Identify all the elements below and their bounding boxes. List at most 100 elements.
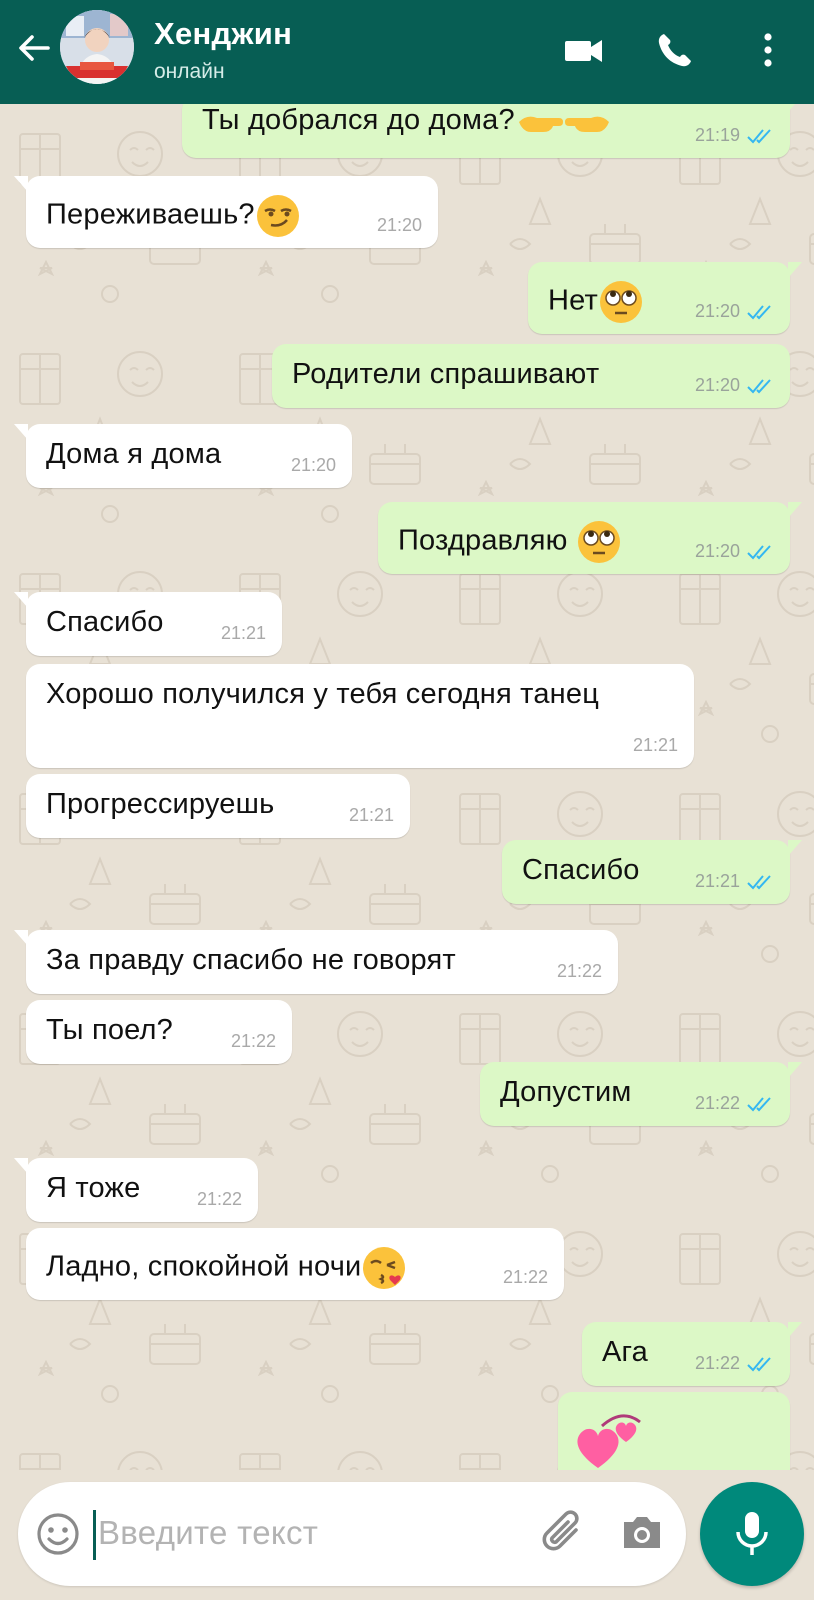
message-bubble-outgoing[interactable]: Допустим 21:22 [480, 1062, 802, 1126]
read-ticks-icon [747, 304, 771, 319]
bubble-tail [788, 840, 802, 856]
bubble-tail [14, 592, 28, 608]
bubble-tail [788, 104, 802, 112]
message-bubble-incoming[interactable]: За правду спасибо не говорят 21:22 [14, 930, 618, 994]
message-time: 21:21 [694, 871, 740, 891]
message-input-placeholder[interactable]: Введите текст [98, 1514, 318, 1552]
message-bubble-incoming[interactable]: Ладно, спокойной ночи 21:22 [26, 1228, 564, 1300]
pointing-hands-emoji-icon [518, 117, 609, 133]
message-input-box[interactable]: Введите текст [18, 1482, 686, 1586]
smiley-icon[interactable] [34, 1510, 82, 1558]
message-time: 21:19 [694, 125, 740, 145]
message-bubble-incoming[interactable]: Я тоже 21:22 [14, 1158, 258, 1222]
read-ticks-icon [747, 1356, 771, 1371]
message-meta: 21:20 [695, 375, 774, 396]
message-time: 21:22 [196, 1189, 242, 1209]
message-bubble-outgoing[interactable]: Поздравляю 21:20 [378, 502, 802, 574]
message-bubble-incoming[interactable]: Ты поел? 21:22 [26, 1000, 292, 1064]
message-time: 21:21 [632, 735, 678, 755]
message-time: 21:20 [694, 375, 740, 395]
message-list[interactable]: Ты добрался до дома? 21:19 Переживаешь? … [0, 104, 814, 1470]
revolving-hearts-emoji-icon [577, 1414, 641, 1468]
message-meta: 21:22 [231, 1031, 276, 1052]
message-text: Ты добрался до дома? [202, 104, 515, 136]
message-meta: 21:20 [695, 541, 774, 562]
message-time: 21:22 [556, 961, 602, 981]
message-meta: 21:20 [377, 215, 422, 236]
message-bubble-outgoing[interactable]: Спасибо 21:21 [502, 840, 802, 904]
message-bubble-incoming[interactable]: Спасибо 21:21 [14, 592, 282, 656]
read-ticks-icon [747, 874, 771, 889]
message-meta: 21:22 [503, 1267, 548, 1288]
message-meta: 21:20 [695, 301, 774, 322]
read-ticks-icon [747, 544, 771, 559]
message-text: Я тоже [46, 1172, 141, 1204]
bubble-tail [788, 502, 802, 518]
bubble-tail [788, 1062, 802, 1078]
message-time: 21:20 [290, 455, 336, 475]
chat-header: Хенджин онлайн [0, 0, 814, 104]
message-time: 21:22 [694, 1093, 740, 1113]
phone-icon[interactable] [652, 28, 696, 72]
message-text: Ладно, спокойной ночи [46, 1250, 362, 1283]
message-meta: 21:20 [291, 455, 336, 476]
message-meta: 21:19 [695, 125, 774, 146]
bubble-tail [14, 176, 28, 192]
message-text: Дома я дома [46, 438, 222, 470]
message-bubble-outgoing[interactable]: Ага 21:22 [582, 1322, 802, 1386]
eye-roll-emoji-icon [577, 521, 620, 563]
message-meta: 21:21 [695, 871, 774, 892]
kiss-emoji-icon [363, 1247, 406, 1289]
message-text: Нет [548, 284, 598, 317]
message-bubble-incoming[interactable]: Переживаешь? 21:20 [14, 176, 438, 248]
message-bubble-incoming[interactable]: Дома я дома 21:20 [14, 424, 352, 488]
message-bubble-outgoing[interactable]: Ты добрался до дома? 21:19 [182, 104, 802, 158]
bubble-tail [14, 424, 28, 440]
message-text: Поздравляю [398, 524, 568, 557]
message-text: Родители спрашивают [292, 358, 600, 390]
read-ticks-icon [747, 128, 771, 143]
message-text: За правду спасибо не говорят [46, 944, 456, 976]
message-bubble-outgoing[interactable]: Родители спрашивают 21:20 [272, 344, 790, 408]
camera-icon[interactable] [618, 1508, 666, 1556]
message-bubble-outgoing[interactable]: Нет 21:20 [528, 262, 802, 334]
contact-name[interactable]: Хенджин [154, 16, 292, 52]
message-meta: 21:22 [197, 1189, 242, 1210]
message-meta: 21:21 [633, 735, 678, 756]
bubble-tail [788, 262, 802, 278]
read-ticks-icon [747, 1096, 771, 1111]
video-camera-icon[interactable] [562, 28, 606, 72]
message-text: Спасибо [46, 606, 164, 638]
message-text: Прогрессируешь [46, 788, 275, 820]
text-cursor [93, 1510, 96, 1560]
message-time: 21:22 [694, 1353, 740, 1373]
avatar[interactable] [60, 10, 134, 84]
message-bubble-incoming[interactable]: Прогрессируешь 21:21 [26, 774, 410, 838]
read-ticks-icon [747, 378, 771, 393]
message-bubble-outgoing[interactable] [558, 1392, 790, 1470]
message-time: 21:22 [230, 1031, 276, 1051]
message-time: 21:21 [348, 805, 394, 825]
bubble-tail [788, 1322, 802, 1338]
composer-bar: Введите текст [0, 1470, 814, 1600]
message-meta: 21:22 [695, 1353, 774, 1374]
message-time: 21:21 [220, 623, 266, 643]
message-text: Ага [602, 1336, 649, 1368]
message-meta: 21:21 [221, 623, 266, 644]
message-bubble-incoming[interactable]: Хорошо получился у тебя сегодня танец 21… [26, 664, 694, 768]
message-meta: 21:22 [557, 961, 602, 982]
arrow-left-icon[interactable] [12, 26, 56, 70]
more-vertical-icon[interactable] [746, 28, 790, 72]
microphone-button[interactable] [700, 1482, 804, 1586]
message-text: Ты поел? [46, 1014, 173, 1046]
message-text: Допустим [500, 1076, 632, 1108]
message-time: 21:20 [376, 215, 422, 235]
message-meta: 21:21 [349, 805, 394, 826]
paperclip-icon[interactable] [536, 1504, 592, 1560]
eye-roll-emoji-icon [600, 281, 642, 323]
message-text: Хорошо получился у тебя сегодня танец [46, 678, 600, 710]
microphone-icon [736, 1512, 768, 1555]
message-meta: 21:22 [695, 1093, 774, 1114]
message-time: 21:20 [694, 301, 740, 321]
bubble-tail [14, 1158, 28, 1174]
